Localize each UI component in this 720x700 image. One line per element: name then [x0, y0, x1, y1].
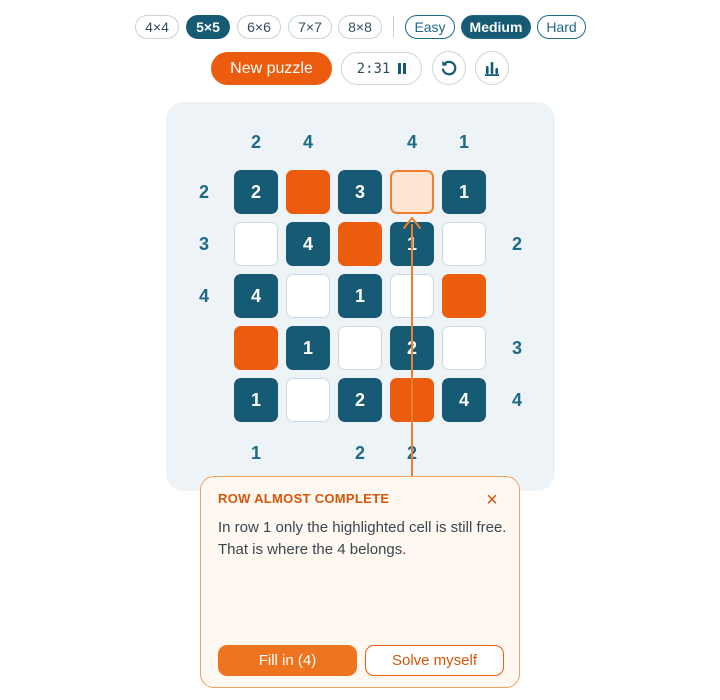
hint-popup: ROW ALMOST COMPLETE × In row 1 only the … [200, 476, 520, 688]
grid-cell[interactable]: 2 [234, 170, 278, 214]
grid-cell[interactable] [286, 274, 330, 318]
grid-cell[interactable] [234, 222, 278, 266]
size-8x8-button[interactable]: 8×8 [338, 15, 382, 39]
clue-top [338, 127, 382, 157]
size-6x6-button[interactable]: 6×6 [237, 15, 281, 39]
clue-bottom: 2 [354, 442, 365, 463]
hint-pointer-line [411, 224, 413, 476]
solve-myself-button[interactable]: Solve myself [365, 645, 504, 676]
difficulty-medium-button[interactable]: Medium [461, 15, 531, 39]
puzzle-app: 4×4 5×5 6×6 7×7 8×8 Easy Medium Hard New… [0, 0, 720, 700]
clue-right: 2 [511, 233, 522, 254]
clue-right [497, 177, 537, 207]
clue-right [497, 281, 537, 311]
grid-cell[interactable] [442, 222, 486, 266]
grid-cell[interactable] [338, 326, 382, 370]
grid-cell[interactable]: 1 [286, 326, 330, 370]
hint-title: ROW ALMOST COMPLETE [218, 491, 390, 506]
new-puzzle-button[interactable]: New puzzle [211, 52, 332, 85]
hint-text: In row 1 only the highlighted cell is st… [218, 519, 507, 558]
clue-left: 4 [198, 285, 209, 306]
grid-cell[interactable]: 2 [338, 378, 382, 422]
close-icon[interactable]: × [483, 490, 501, 510]
clue-left [184, 385, 224, 415]
clue-top: 2 [250, 131, 261, 152]
clue-left: 3 [198, 233, 209, 254]
divider [393, 16, 394, 38]
clue-right: 3 [511, 337, 522, 358]
clue-top: 4 [406, 131, 417, 152]
clue-bottom: 1 [250, 442, 261, 463]
grid-cell[interactable]: 3 [338, 170, 382, 214]
difficulty-easy-button[interactable]: Easy [405, 15, 455, 39]
grid-cell[interactable]: 1 [442, 170, 486, 214]
grid-cell[interactable] [286, 378, 330, 422]
size-7x7-button[interactable]: 7×7 [288, 15, 332, 39]
grid-cell[interactable]: 1 [338, 274, 382, 318]
pause-icon [398, 63, 407, 74]
difficulty-hard-button[interactable]: Hard [537, 15, 586, 39]
timer-display: 2:31 [356, 60, 391, 77]
stats-button[interactable] [475, 51, 509, 85]
clue-top: 4 [302, 131, 313, 152]
grid-cell[interactable]: 4 [286, 222, 330, 266]
clue-left: 2 [198, 181, 209, 202]
grid-cell[interactable]: 1 [234, 378, 278, 422]
grid-cell[interactable] [286, 170, 330, 214]
hint-pointer-arrow-icon [403, 217, 421, 229]
restart-button[interactable] [432, 51, 466, 85]
size-4x4-button[interactable]: 4×4 [135, 15, 179, 39]
grid-cell[interactable]: 4 [442, 378, 486, 422]
fill-in-button[interactable]: Fill in (4) [218, 645, 357, 676]
grid-cell[interactable] [338, 222, 382, 266]
grid-cell-highlighted[interactable] [390, 170, 434, 214]
timer-pause-button[interactable]: 2:31 [341, 52, 422, 85]
restart-icon [441, 60, 457, 76]
clue-right: 4 [511, 389, 522, 410]
grid-cell[interactable]: 4 [234, 274, 278, 318]
clue-bottom [286, 438, 330, 468]
clue-top: 1 [458, 131, 469, 152]
bar-chart-icon [485, 62, 499, 76]
clue-bottom [442, 438, 486, 468]
grid-cell[interactable] [442, 326, 486, 370]
clue-left [184, 333, 224, 363]
grid-cell[interactable] [234, 326, 278, 370]
grid-cell[interactable] [442, 274, 486, 318]
size-5x5-button[interactable]: 5×5 [186, 15, 230, 39]
